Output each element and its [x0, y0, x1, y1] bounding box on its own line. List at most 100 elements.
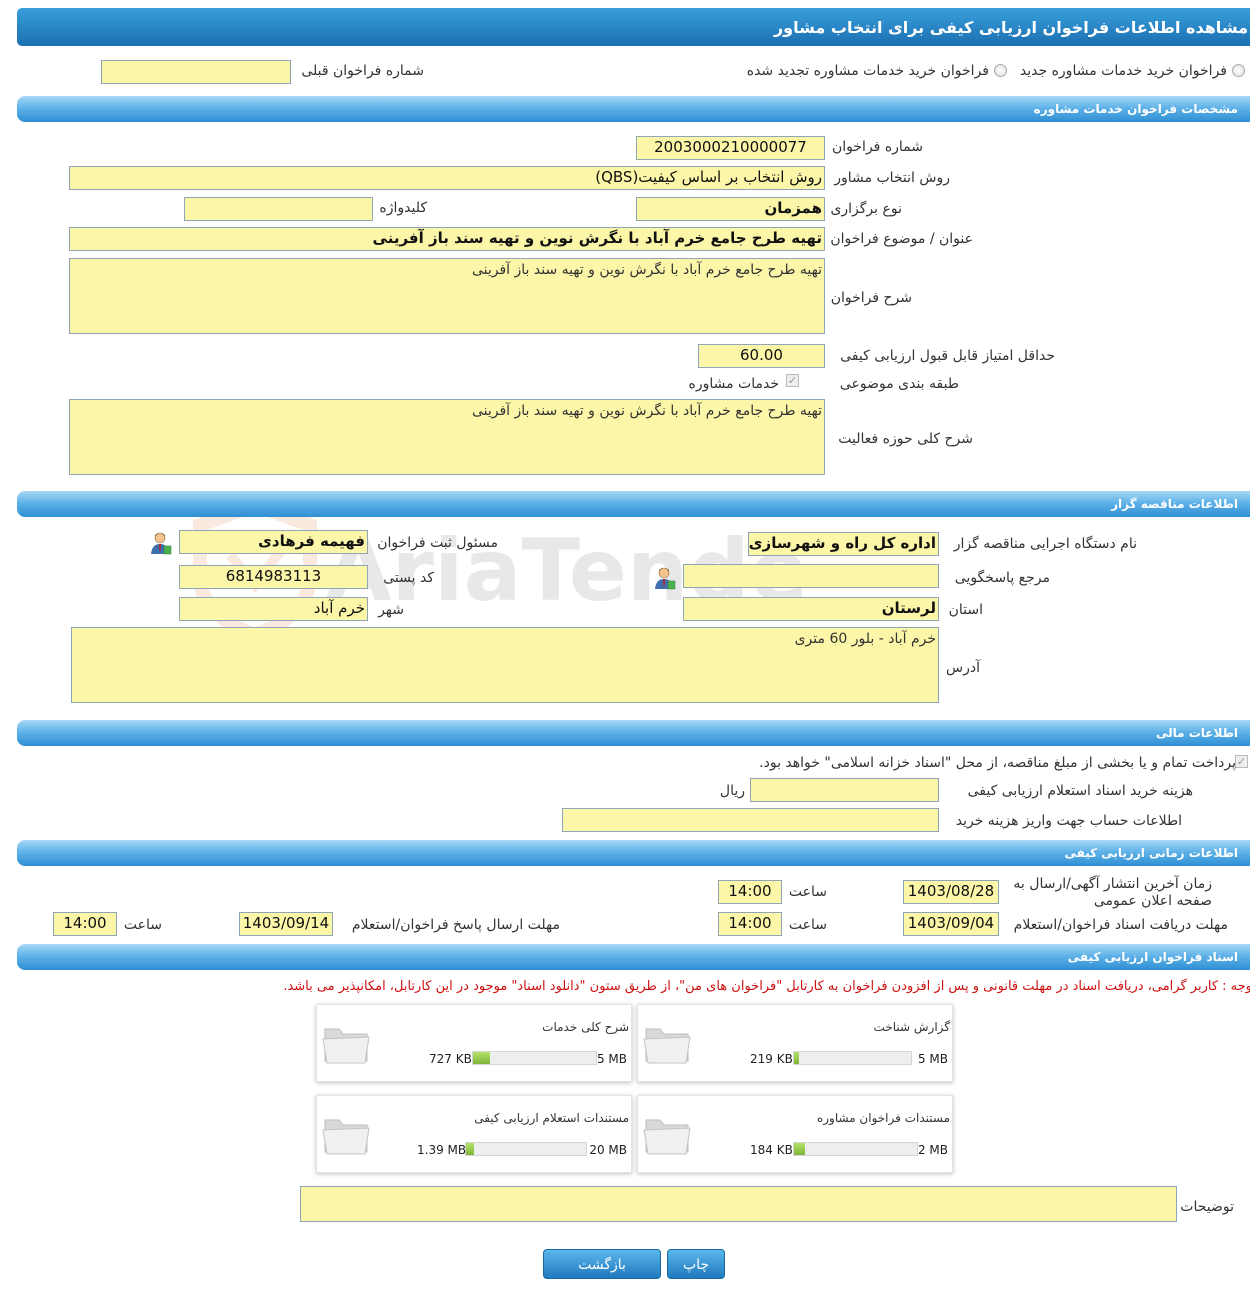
file-progress-bar: [793, 1051, 912, 1065]
publish-time-field[interactable]: 14:00: [718, 880, 782, 904]
type-field[interactable]: همزمان: [636, 197, 825, 221]
answer-time-field[interactable]: 14:00: [53, 912, 117, 936]
officer-user-icon[interactable]: [150, 531, 172, 555]
radio-new-call[interactable]: [1232, 64, 1245, 77]
ref-user-icon[interactable]: [654, 566, 676, 590]
folder-icon: [643, 1028, 691, 1064]
folder-icon: [322, 1119, 370, 1155]
file-size: 184 KB: [750, 1143, 793, 1157]
file-progress-bar: [793, 1142, 918, 1156]
answer-label: مهلت ارسال پاسخ فراخوان/استعلام: [351, 917, 560, 933]
radio-renewed-call[interactable]: [994, 64, 1007, 77]
notes-label: توضیحات: [1180, 1199, 1234, 1215]
address-label: آدرس: [946, 660, 980, 676]
file-max-size: 5 MB: [917, 1052, 948, 1066]
min-score-field[interactable]: 60.00: [698, 344, 825, 368]
category-item-label: خدمات مشاوره: [688, 376, 779, 392]
file-card[interactable]: مستندات فراخوان مشاوره 2 MB 184 KB: [637, 1095, 953, 1173]
activity-label: شرح کلی حوزه فعالیت: [838, 431, 973, 447]
province-field[interactable]: لرستان: [683, 597, 939, 621]
file-progress-bar: [472, 1051, 597, 1065]
ref-label: مرجع پاسخگویی: [954, 570, 1050, 586]
file-size: 727 KB: [429, 1052, 472, 1066]
officer-label: مسئول ثبت فراخوان: [377, 535, 498, 551]
answer-time-label: ساعت: [123, 917, 162, 933]
section-docs-header: اسناد فراخوان ارزیابی کیفی: [17, 944, 1250, 970]
account-field[interactable]: [562, 808, 939, 832]
notes-textarea[interactable]: [300, 1186, 1177, 1222]
treasury-checkbox[interactable]: ✓: [1235, 755, 1248, 768]
ref-field[interactable]: [683, 564, 939, 588]
file-card[interactable]: گزارش شناخت 5 MB 219 KB: [637, 1004, 953, 1082]
folder-icon: [322, 1028, 370, 1064]
file-size: 219 KB: [750, 1052, 793, 1066]
city-label: شهر: [378, 602, 404, 618]
section-financial-header: اطلاعات مالی: [17, 720, 1250, 746]
section-timing-header: اطلاعات زمانی ارزیابی کیفی: [17, 840, 1250, 866]
publish-date-field[interactable]: 1403/08/28: [903, 880, 999, 904]
subject-label: عنوان / موضوع فراخوان: [830, 231, 973, 247]
file-size: 1.39 MB: [417, 1143, 467, 1157]
activity-textarea[interactable]: تهیه طرح جامع خرم آباد با نگرش نوین و ته…: [69, 399, 825, 475]
org-label: نام دستگاه اجرایی مناقصه گزار: [953, 536, 1137, 552]
prev-call-label: شماره فراخوان قبلی: [301, 63, 424, 79]
section-tenderer-header: اطلاعات مناقصه گزار: [17, 491, 1250, 517]
radio-renewed-call-label: فراخوان خرید خدمات مشاوره تجدید شده: [746, 63, 989, 79]
file-max-size: 2 MB: [917, 1143, 948, 1157]
officer-field[interactable]: فهیمه فرهادی: [179, 530, 368, 554]
postal-field[interactable]: 6814983113: [179, 565, 368, 589]
type-label: نوع برگزاری: [830, 201, 902, 217]
section-timing-title: اطلاعات زمانی ارزیابی کیفی: [1064, 846, 1238, 860]
file-card[interactable]: شرح کلی خدمات 5 MB 727 KB: [316, 1004, 632, 1082]
address-textarea[interactable]: خرم آباد - بلور 60 متری: [71, 627, 939, 703]
desc-label: شرح فراخوان: [830, 290, 912, 306]
keyword-label: کلیدواژه: [379, 200, 427, 216]
file-title: گزارش شناخت: [873, 1020, 950, 1034]
prev-call-field[interactable]: [101, 60, 291, 84]
keyword-field[interactable]: [184, 197, 373, 221]
method-label: روش انتخاب مشاور: [834, 170, 950, 186]
subject-field[interactable]: تهیه طرح جامع خرم آباد با نگرش نوین و ته…: [69, 227, 825, 251]
file-progress-bar: [465, 1142, 587, 1156]
category-label: طبقه بندی موضوعی: [839, 376, 959, 392]
section-consult-header: مشخصات فراخوان خدمات مشاوره: [17, 96, 1250, 122]
folder-icon: [643, 1119, 691, 1155]
answer-date-field[interactable]: 1403/09/14: [239, 912, 333, 936]
page-title: مشاهده اطلاعات فراخوان ارزیابی کیفی برای…: [773, 18, 1248, 37]
account-label: اطلاعات حساب جهت واریز هزینه خرید: [955, 813, 1182, 829]
doc-fee-field[interactable]: [750, 778, 939, 802]
doc-fee-label: هزینه خرید اسناد استعلام ارزیابی کیفی: [967, 783, 1193, 799]
file-title: شرح کلی خدمات: [542, 1020, 629, 1034]
radio-new-call-label: فراخوان خرید خدمات مشاوره جدید: [1019, 63, 1227, 79]
receive-time-field[interactable]: 14:00: [718, 912, 782, 936]
publish-time-label: ساعت: [788, 884, 827, 900]
min-score-label: حداقل امتیاز قابل قبول ارزیابی کیفی: [840, 348, 1055, 364]
section-docs-title: اسناد فراخوان ارزیابی کیفی: [1067, 950, 1238, 964]
file-title: مستندات استعلام ارزیابی کیفی: [474, 1111, 629, 1125]
file-max-size: 20 MB: [589, 1143, 627, 1157]
org-field[interactable]: اداره کل راه و شهرسازی اس: [748, 532, 939, 556]
method-field[interactable]: روش انتخاب بر اساس کیفیت(QBS): [69, 166, 825, 190]
file-max-size: 5 MB: [596, 1052, 627, 1066]
page-title-bar: مشاهده اطلاعات فراخوان ارزیابی کیفی برای…: [17, 8, 1250, 46]
desc-textarea[interactable]: تهیه طرح جامع خرم آباد با نگرش نوین و ته…: [69, 258, 825, 334]
docs-notice: توجه : کاربر گرامی، دریافت اسناد در مهلت…: [283, 979, 1250, 994]
call-number-field[interactable]: 2003000210000077: [636, 136, 825, 160]
province-label: استان: [948, 602, 983, 618]
back-button[interactable]: بازگشت: [543, 1249, 661, 1279]
section-tenderer-title: اطلاعات مناقصه گزار: [1111, 497, 1238, 511]
section-financial-title: اطلاعات مالی: [1155, 726, 1238, 740]
currency-label: ریال: [719, 783, 745, 799]
receive-label: مهلت دریافت اسناد فراخوان/استعلام: [1013, 917, 1228, 933]
city-field[interactable]: خرم آباد: [179, 597, 368, 621]
receive-date-field[interactable]: 1403/09/04: [903, 912, 999, 936]
call-number-label: شماره فراخوان: [832, 139, 923, 155]
section-consult-title: مشخصات فراخوان خدمات مشاوره: [1033, 102, 1238, 116]
file-card[interactable]: مستندات استعلام ارزیابی کیفی 20 MB 1.39 …: [316, 1095, 632, 1173]
print-button[interactable]: چاپ: [667, 1249, 725, 1279]
category-checkbox[interactable]: ✓: [786, 374, 799, 387]
treasury-note: پرداخت تمام و یا بخشی از مبلغ مناقصه، از…: [759, 755, 1236, 771]
receive-time-label: ساعت: [788, 917, 827, 933]
publish-label: زمان آخرین انتشار آگهی/ارسال به صفحه اعل…: [1013, 876, 1212, 909]
postal-label: کد پستی: [383, 570, 434, 586]
